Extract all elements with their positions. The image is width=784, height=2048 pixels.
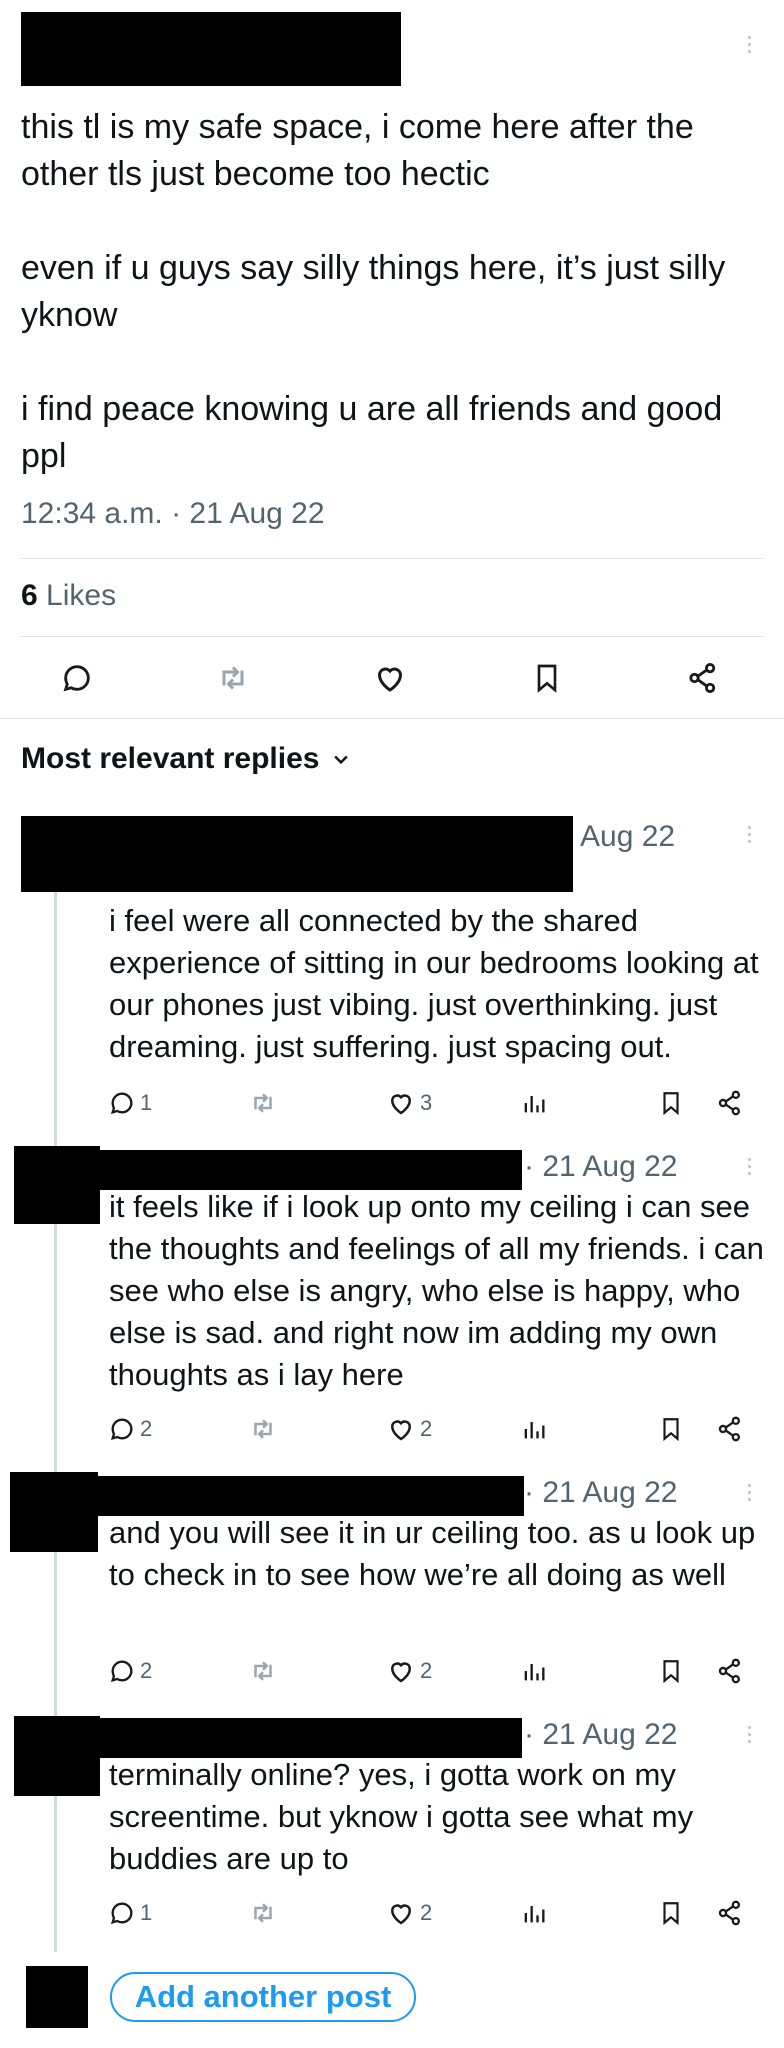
replies-sort-label: Most relevant replies: [21, 742, 320, 775]
reply-date[interactable]: · 21 Aug 22: [524, 1150, 677, 1184]
views-button[interactable]: [520, 1411, 548, 1447]
retweet-icon: [254, 1661, 272, 1681]
share-icon: [718, 1416, 741, 1442]
bookmark-icon[interactable]: [527, 658, 567, 698]
reply-count: 2: [140, 1416, 153, 1441]
likes-count[interactable]: 6 Likes: [21, 579, 116, 613]
reply-icon[interactable]: [57, 658, 97, 698]
reply-author-redaction: [100, 1150, 522, 1190]
reply-action-bar: 2 2: [108, 1411, 758, 1447]
share-button[interactable]: [716, 1085, 744, 1121]
views-button[interactable]: [520, 1895, 548, 1931]
like-icon[interactable]: [370, 658, 410, 698]
reply-icon: [110, 1660, 133, 1683]
reply-icon: [110, 1418, 133, 1441]
like-icon: [390, 1904, 412, 1925]
share-icon: [718, 1900, 741, 1926]
like-button[interactable]: 3: [386, 1085, 432, 1121]
bookmark-button[interactable]: [658, 1085, 684, 1121]
reply-author-redaction: [10, 1472, 98, 1552]
reply-author-redaction: [100, 1718, 522, 1758]
more-options-icon[interactable]: [743, 826, 755, 843]
reply-author-redaction: [14, 1716, 100, 1796]
replies-sort-dropdown[interactable]: Most relevant replies: [21, 742, 351, 776]
like-icon: [390, 1094, 412, 1115]
share-icon[interactable]: [683, 658, 723, 698]
retweet-icon: [254, 1093, 272, 1113]
reply-date[interactable]: · 21 Aug 22: [524, 1718, 677, 1752]
reply-icon: [110, 1902, 133, 1925]
share-button[interactable]: [716, 1895, 744, 1931]
like-count: 2: [420, 1416, 433, 1441]
more-options-icon[interactable]: [743, 1158, 755, 1175]
retweet-icon: [254, 1903, 272, 1923]
reply-count: 2: [140, 1658, 153, 1683]
reply-button[interactable]: 1: [108, 1895, 152, 1931]
bookmark-icon: [663, 1902, 679, 1926]
like-icon: [390, 1420, 412, 1441]
share-button[interactable]: [716, 1653, 744, 1689]
bookmark-button[interactable]: [658, 1411, 684, 1447]
like-button[interactable]: 2: [386, 1653, 432, 1689]
reply-date[interactable]: · 21 Aug 22: [524, 1476, 677, 1510]
views-button[interactable]: [520, 1653, 548, 1689]
views-icon: [524, 1906, 545, 1923]
views-icon: [524, 1096, 545, 1113]
like-count: 2: [420, 1658, 433, 1683]
avatar: [26, 1966, 88, 2028]
reply-text: i feel were all connected by the shared …: [109, 903, 759, 1064]
reply-button[interactable]: 2: [108, 1653, 152, 1689]
share-button[interactable]: [716, 1411, 744, 1447]
retweet-button[interactable]: [248, 1411, 278, 1447]
add-another-post-button[interactable]: Add another post: [110, 1972, 416, 2022]
like-count: 2: [420, 1900, 433, 1925]
reply-text: terminally online? yes, i gotta work on …: [109, 1757, 694, 1876]
bookmark-button[interactable]: [658, 1653, 684, 1689]
reply-author-redaction: [14, 1146, 100, 1224]
retweet-icon: [254, 1419, 272, 1439]
reply-action-bar: 2 2: [108, 1653, 758, 1689]
views-button[interactable]: [520, 1085, 548, 1121]
retweet-icon[interactable]: [213, 658, 253, 698]
bookmark-icon: [663, 1418, 679, 1442]
more-options-icon[interactable]: [743, 1484, 755, 1501]
reply-action-bar: 1 2: [108, 1895, 758, 1931]
author-redaction: [21, 12, 401, 86]
like-button[interactable]: 2: [386, 1895, 432, 1931]
reply-text: it feels like if i look up onto my ceili…: [109, 1189, 764, 1392]
reply-button[interactable]: 1: [108, 1085, 152, 1121]
bookmark-icon: [663, 1660, 679, 1684]
divider: [21, 558, 763, 559]
like-icon: [390, 1662, 412, 1683]
views-icon: [524, 1664, 545, 1681]
reply-author-redaction: [21, 816, 573, 892]
reply-author-redaction: [98, 1476, 524, 1516]
reply-text: and you will see it in ur ceiling too. a…: [109, 1515, 756, 1592]
reply-icon: [110, 1092, 133, 1115]
retweet-button[interactable]: [248, 1085, 278, 1121]
more-options-icon[interactable]: [743, 36, 755, 53]
share-icon: [718, 1658, 741, 1684]
reply-date[interactable]: Aug 22: [580, 820, 675, 854]
reply-action-bar: 1 3: [108, 1085, 758, 1121]
bookmark-button[interactable]: [658, 1895, 684, 1931]
reply-button[interactable]: 2: [108, 1411, 152, 1447]
reply-count: 1: [140, 1900, 153, 1925]
like-button[interactable]: 2: [386, 1411, 432, 1447]
retweet-button[interactable]: [248, 1653, 278, 1689]
retweet-button[interactable]: [248, 1895, 278, 1931]
post-timestamp[interactable]: 12:34 a.m. · 21 Aug 22: [21, 497, 325, 531]
divider: [21, 636, 763, 637]
share-icon: [718, 1090, 741, 1116]
chevron-down-icon: [334, 755, 349, 765]
section-separator: [0, 718, 784, 719]
views-icon: [524, 1422, 545, 1439]
reply-count: 1: [140, 1090, 153, 1115]
bookmark-icon: [663, 1092, 679, 1116]
like-count: 3: [420, 1090, 433, 1115]
post-text: this tl is my safe space, i come here af…: [21, 108, 726, 475]
more-options-icon[interactable]: [743, 1726, 755, 1743]
